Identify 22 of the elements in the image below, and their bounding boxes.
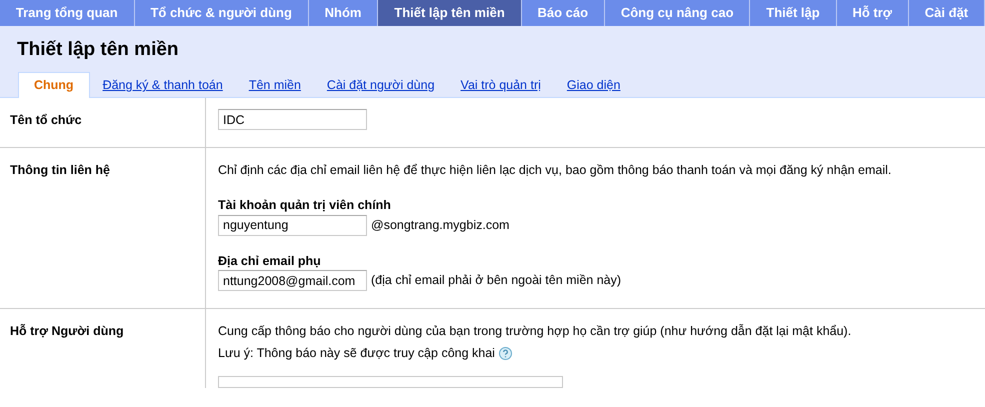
section-label: Thông tin liên hệ — [0, 148, 206, 308]
field-suffix: @songtrang.mygbiz.com — [371, 216, 510, 234]
help-icon[interactable] — [498, 346, 512, 360]
description-text: Chỉ định các địa chỉ email liên hệ để thực hiện liên lạc dịch vụ, bao gồm thông báo thanh toán và mọi đăng ký nhận email. — [218, 162, 892, 179]
nav-tab[interactable]: Thiết lập tên miền — [378, 0, 522, 26]
page-title: Thiết lập tên miền — [17, 38, 180, 62]
input-field[interactable]: nguyentung — [218, 214, 367, 236]
field-label: Địa chỉ email phụ — [218, 252, 322, 270]
section-label: Hỗ trợ Người dùng — [0, 309, 206, 388]
input-field[interactable]: nttung2008@gmail.com — [218, 270, 367, 292]
description-text: Cung cấp thông báo cho người dùng của bạn trong trường hợp họ cần trợ giúp (như hướng dẫn đặt lại mật khẩu). — [218, 323, 852, 340]
input-field[interactable]: IDC — [218, 109, 367, 130]
settings-tab[interactable]: Cài đặt người dùng — [314, 72, 448, 97]
settings-tab[interactable]: Đăng ký & thanh toán — [90, 72, 236, 97]
section-label: Tên tổ chức — [0, 98, 206, 147]
settings-tab[interactable]: Chung — [18, 72, 90, 98]
settings-tab[interactable]: Vai trò quản trị — [448, 72, 554, 97]
settings-tab[interactable]: Giao diện — [554, 72, 634, 97]
settings-tab[interactable]: Tên miền — [236, 72, 314, 97]
note-text: Lưu ý: Thông báo này sẽ được truy cập công khai — [218, 345, 495, 362]
field-label: Tài khoản quản trị viên chính — [218, 196, 392, 214]
field-suffix: (địa chỉ email phải ở bên ngoài tên miền này) — [371, 272, 622, 290]
